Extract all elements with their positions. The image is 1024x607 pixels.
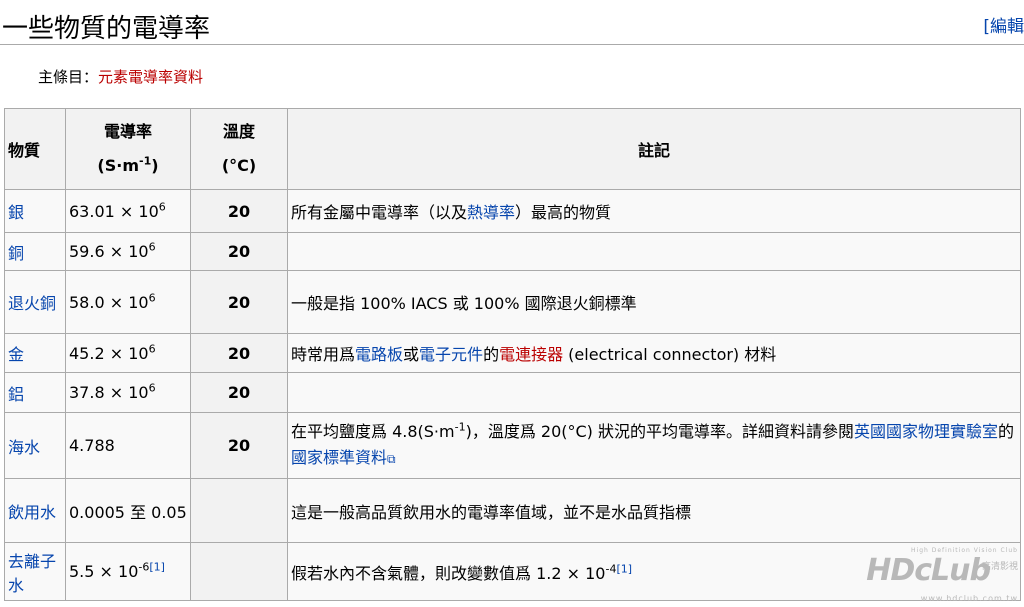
material-link[interactable]: 海水 [8,438,40,457]
note-cell: 在平均鹽度爲 4.8(S·m-1)，溫度爲 20(°C) 狀況的平均電導率。詳細… [287,412,1021,479]
conductivity-value: 5.5 × 10-6[1] [65,542,191,601]
conductivity-value: 58.0 × 106 [65,270,191,334]
watermark-url: www.hdclub.com.tw [920,594,1018,603]
electrical-connector-link[interactable]: 電連接器 [499,345,563,364]
material-link[interactable]: 退火銅 [8,294,56,313]
national-standards-link[interactable]: 國家標準資料 [291,448,387,467]
header-conductivity-unit: (S·m-1) [97,154,159,175]
electronic-component-link[interactable]: 電子元件 [419,345,483,364]
material-link[interactable]: 鋁 [8,385,24,404]
edit-section-link[interactable]: [編輯 [983,12,1024,37]
material-link[interactable]: 去離子水 [8,552,56,595]
material-link[interactable]: 飲用水 [8,503,56,522]
main-article-link[interactable]: 元素電導率資料 [98,68,203,86]
note-cell [287,372,1021,413]
note-cell: 時常用爲電路板或電子元件的電連接器 (electrical connector)… [287,333,1021,373]
external-link-icon: ⧉ [387,452,396,466]
section-title: 一些物質的電導率 [2,14,211,44]
section-heading: 一些物質的電導率 [編輯 [0,4,1024,45]
hatnote-prefix: 主條目： [38,68,99,86]
table-row: 金 45.2 × 106 20 時常用爲電路板或電子元件的電連接器 (elect… [4,333,1021,373]
header-temperature-unit: (°C) [221,156,257,175]
conductivity-value: 63.01 × 106 [65,189,191,233]
conductivity-value: 45.2 × 106 [65,333,191,373]
thermal-conductivity-link[interactable]: 熱導率 [467,203,515,222]
header-conductivity: 電導率 (S·m-1) [65,108,191,190]
temperature-value: 20 [190,372,288,413]
table-row: 海水 4.788 20 在平均鹽度爲 4.8(S·m-1)，溫度爲 20(°C)… [4,412,1021,479]
circuit-board-link[interactable]: 電路板 [355,345,403,364]
reference-link[interactable]: [1] [149,561,165,574]
material-link[interactable]: 金 [8,345,24,364]
temperature-value: 20 [190,232,288,271]
header-notes: 註記 [287,108,1021,190]
reference-link[interactable]: [1] [616,562,632,575]
temperature-value: 20 [190,412,288,479]
table-row: 銀 63.01 × 106 20 所有金屬中電導率（以及熱導率）最高的物質 [4,189,1021,233]
temperature-value [190,542,288,601]
temperature-value: 20 [190,189,288,233]
conductivity-value: 37.8 × 106 [65,372,191,413]
table-row: 飲用水 0.0005 至 0.05 這是一般高品質飲用水的電導率值域，並不是水品… [4,478,1021,543]
header-material: 物質 [4,108,66,190]
note-cell: 這是一般高品質飲用水的電導率值域，並不是水品質指標 [287,478,1021,543]
conductivity-table: 物質 電導率 (S·m-1) 溫度 (°C) 註記 銀 63.01 × 106 … [4,108,1021,601]
table-row: 鋁 37.8 × 106 20 [4,372,1021,413]
note-cell [287,232,1021,271]
material-link[interactable]: 銀 [8,203,24,222]
table-row: 銅 59.6 × 106 20 [4,232,1021,271]
material-link[interactable]: 銅 [8,244,24,263]
watermark-logo: HDcLub [866,553,991,588]
conductivity-value: 59.6 × 106 [65,232,191,271]
temperature-value: 20 [190,270,288,334]
conductivity-value: 0.0005 至 0.05 [65,478,191,543]
temperature-value: 20 [190,333,288,373]
note-cell: 一般是指 100% IACS 或 100% 國際退火銅標準 [287,270,1021,334]
conductivity-value: 4.788 [65,412,191,479]
temperature-value [190,478,288,543]
table-header-row: 物質 電導率 (S·m-1) 溫度 (°C) 註記 [4,108,1021,190]
watermark: High Definition Vision Club HDcLub 高清影視 … [866,547,1018,603]
header-temperature: 溫度 (°C) [190,108,288,190]
table-row: 退火銅 58.0 × 106 20 一般是指 100% IACS 或 100% … [4,270,1021,334]
header-conductivity-label: 電導率 [103,122,152,141]
header-temperature-label: 溫度 [222,122,255,141]
npl-link[interactable]: 英國國家物理實驗室 [854,422,998,441]
main-article-note: 主條目：元素電導率資料 [38,66,203,87]
note-cell: 所有金屬中電導率（以及熱導率）最高的物質 [287,189,1021,233]
watermark-cn: 高清影視 [981,562,1018,572]
